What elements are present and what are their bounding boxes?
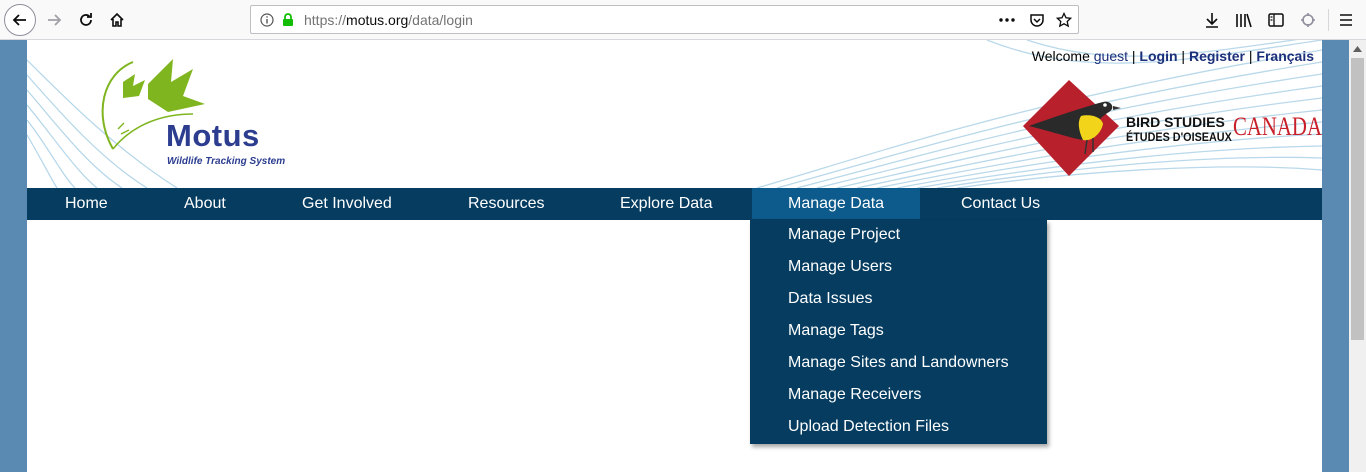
forward-button[interactable] xyxy=(40,6,68,34)
menu-item-manage-sites[interactable]: Manage Sites and Landowners xyxy=(788,354,1009,372)
browser-toolbar: https://motus.org/data/login xyxy=(0,0,1366,40)
nav-home[interactable]: Home xyxy=(65,188,108,219)
welcome-bar: Welcome guest | Login | Register | Franç… xyxy=(1032,48,1314,64)
menu-icon xyxy=(1340,14,1352,26)
url-bar[interactable]: https://motus.org/data/login xyxy=(250,5,1079,34)
sidebar-button[interactable] xyxy=(1262,6,1290,34)
pocket-icon[interactable] xyxy=(1027,10,1047,30)
welcome-text: Welcome xyxy=(1031,48,1090,64)
language-link[interactable]: Français xyxy=(1256,48,1314,64)
toolbar-separator xyxy=(1328,9,1329,31)
more-icon[interactable] xyxy=(997,10,1017,30)
nav-manage-data[interactable]: Manage Data xyxy=(752,188,921,219)
menu-button[interactable] xyxy=(1332,6,1360,34)
scroll-thumb[interactable] xyxy=(1351,58,1364,340)
menu-item-manage-receivers[interactable]: Manage Receivers xyxy=(788,386,921,404)
library-button[interactable] xyxy=(1230,6,1258,34)
forward-icon xyxy=(48,14,62,26)
menu-item-manage-project[interactable]: Manage Project xyxy=(788,226,900,244)
web-page: Motus Wildlife Tracking System Welcome g… xyxy=(27,40,1322,472)
manage-data-dropdown: Manage Project Manage Users Data Issues … xyxy=(750,220,1047,444)
home-button[interactable] xyxy=(103,6,131,34)
nav-resources[interactable]: Resources xyxy=(468,188,544,219)
menu-item-upload-detection-files[interactable]: Upload Detection Files xyxy=(788,418,949,436)
download-button[interactable] xyxy=(1198,6,1226,34)
page-scrollbar[interactable] xyxy=(1349,40,1366,472)
motus-logo-subtitle: Wildlife Tracking System xyxy=(167,156,286,167)
reload-button[interactable] xyxy=(72,6,100,34)
download-icon xyxy=(1206,13,1218,28)
guest-link[interactable]: guest xyxy=(1094,48,1128,64)
menu-item-data-issues[interactable]: Data Issues xyxy=(788,290,872,308)
nav-explore-data[interactable]: Explore Data xyxy=(620,188,713,219)
url-host: motus.org xyxy=(346,12,409,28)
url-text[interactable]: https://motus.org/data/login xyxy=(304,12,473,28)
menu-item-manage-users[interactable]: Manage Users xyxy=(788,258,892,276)
info-icon[interactable] xyxy=(257,10,277,30)
bsc-line-2: ÉTUDES D'OISEAUX xyxy=(1126,130,1232,144)
nav-contact-us[interactable]: Contact Us xyxy=(961,188,1040,219)
url-path: /data/login xyxy=(408,12,473,28)
home-icon xyxy=(110,12,124,27)
scroll-up-arrow-icon[interactable] xyxy=(1349,40,1366,57)
lock-icon[interactable] xyxy=(278,10,298,30)
extension-icon xyxy=(1301,13,1315,27)
nav-get-involved[interactable]: Get Involved xyxy=(302,188,392,219)
login-link[interactable]: Login xyxy=(1139,48,1177,64)
separator: | xyxy=(1181,48,1186,64)
reload-icon xyxy=(80,13,92,26)
bird-studies-logo-icon[interactable] xyxy=(1021,78,1131,178)
separator: | xyxy=(1248,48,1253,64)
menu-item-manage-tags[interactable]: Manage Tags xyxy=(788,322,884,340)
bsc-line-1: BIRD STUDIES xyxy=(1126,114,1225,130)
back-button[interactable] xyxy=(4,4,36,36)
register-link[interactable]: Register xyxy=(1189,48,1245,64)
extension-button[interactable] xyxy=(1294,6,1322,34)
bookmark-star-icon[interactable] xyxy=(1054,10,1074,30)
bsc-line-3: CANADA xyxy=(1233,112,1322,141)
nav-about[interactable]: About xyxy=(184,188,226,219)
motus-logo-title[interactable]: Motus xyxy=(166,118,260,154)
main-nav: Home About Get Involved Resources Explor… xyxy=(27,188,1322,220)
sidebar-icon xyxy=(1268,13,1284,27)
library-icon xyxy=(1236,13,1252,28)
separator: | xyxy=(1131,48,1136,64)
back-icon xyxy=(12,14,26,26)
url-prefix: https:// xyxy=(304,12,347,28)
site-banner: Motus Wildlife Tracking System Welcome g… xyxy=(27,40,1322,188)
